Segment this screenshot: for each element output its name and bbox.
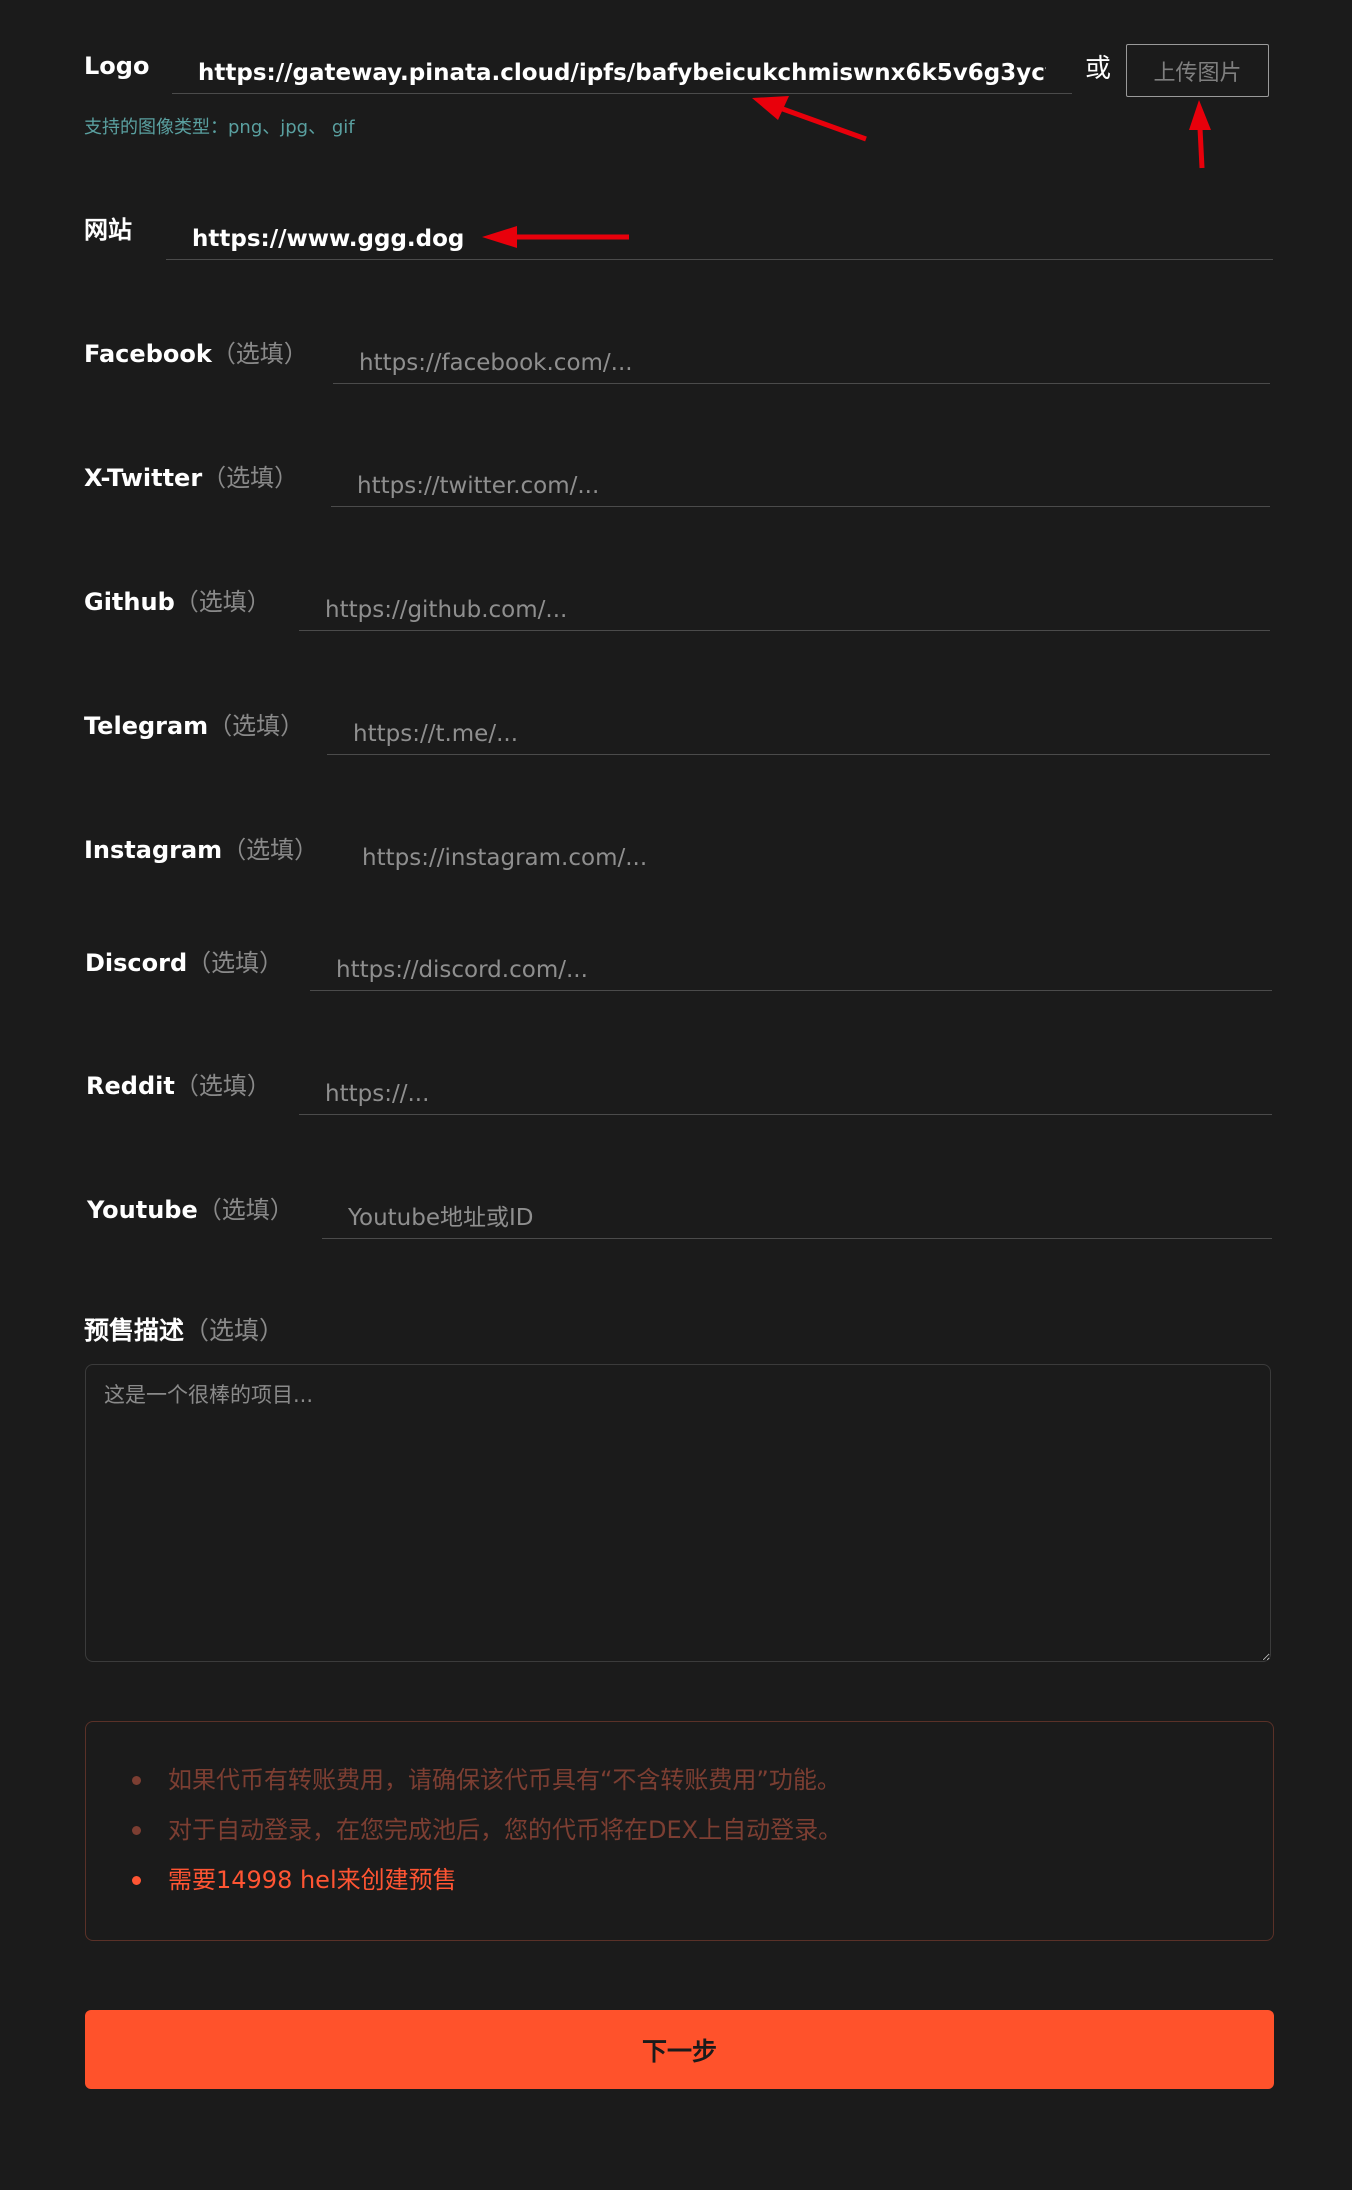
or-text: 或 (1085, 54, 1112, 84)
youtube-label: Youtube（选填） (87, 1196, 294, 1224)
arrow-to-logo-field (752, 96, 867, 142)
description-textarea[interactable] (85, 1364, 1271, 1662)
instagram-field (336, 829, 1270, 879)
youtube-input[interactable] (322, 1189, 1272, 1238)
arrow-to-upload-button (1189, 100, 1211, 169)
facebook-field (333, 334, 1270, 384)
upload-image-button[interactable]: 上传图片 (1126, 44, 1269, 97)
website-field (166, 210, 1273, 260)
notice-item: 对于自动登录，在您完成池后，您的代币将在DEX上自动登录。 (130, 1812, 842, 1862)
website-input[interactable] (166, 210, 1273, 259)
github-label: Github（选填） (84, 588, 271, 616)
presale-form: Logo 或 上传图片 支持的图像类型：png、jpg、 gif 网站 Face… (0, 0, 1352, 2190)
github-field (299, 581, 1270, 631)
logo-url-input[interactable] (172, 44, 1072, 93)
facebook-input[interactable] (333, 334, 1270, 383)
notice-item-fee: 需要14998 hel来创建预售 (130, 1862, 842, 1912)
image-type-hint: 支持的图像类型：png、jpg、 gif (84, 117, 355, 138)
description-label: 预售描述（选填） (84, 1316, 285, 1345)
x-twitter-field (331, 457, 1270, 507)
telegram-field (327, 705, 1270, 755)
telegram-input[interactable] (327, 705, 1270, 754)
discord-input[interactable] (310, 941, 1272, 990)
telegram-label: Telegram（选填） (84, 712, 305, 740)
x-twitter-input[interactable] (331, 457, 1270, 506)
notice-box: 如果代币有转账费用，请确保该代币具有“不含转账费用”功能。 对于自动登录，在您完… (85, 1721, 1274, 1941)
notice-item: 如果代币有转账费用，请确保该代币具有“不含转账费用”功能。 (130, 1762, 842, 1812)
discord-field (310, 941, 1272, 991)
notice-list: 如果代币有转账费用，请确保该代币具有“不含转账费用”功能。 对于自动登录，在您完… (130, 1762, 842, 1912)
reddit-field (299, 1065, 1272, 1115)
instagram-input[interactable] (336, 829, 1270, 879)
x-twitter-label: X-Twitter（选填） (84, 464, 299, 492)
instagram-label: Instagram（选填） (84, 836, 319, 864)
logo-label: Logo (84, 52, 150, 80)
website-label: 网站 (84, 216, 132, 244)
reddit-input[interactable] (299, 1065, 1272, 1114)
next-step-button[interactable]: 下一步 (85, 2010, 1274, 2089)
reddit-label: Reddit（选填） (86, 1072, 271, 1100)
facebook-label: Facebook（选填） (84, 340, 308, 368)
youtube-field (322, 1189, 1272, 1239)
discord-label: Discord（选填） (85, 949, 284, 977)
logo-url-field (172, 44, 1072, 94)
github-input[interactable] (299, 581, 1270, 630)
